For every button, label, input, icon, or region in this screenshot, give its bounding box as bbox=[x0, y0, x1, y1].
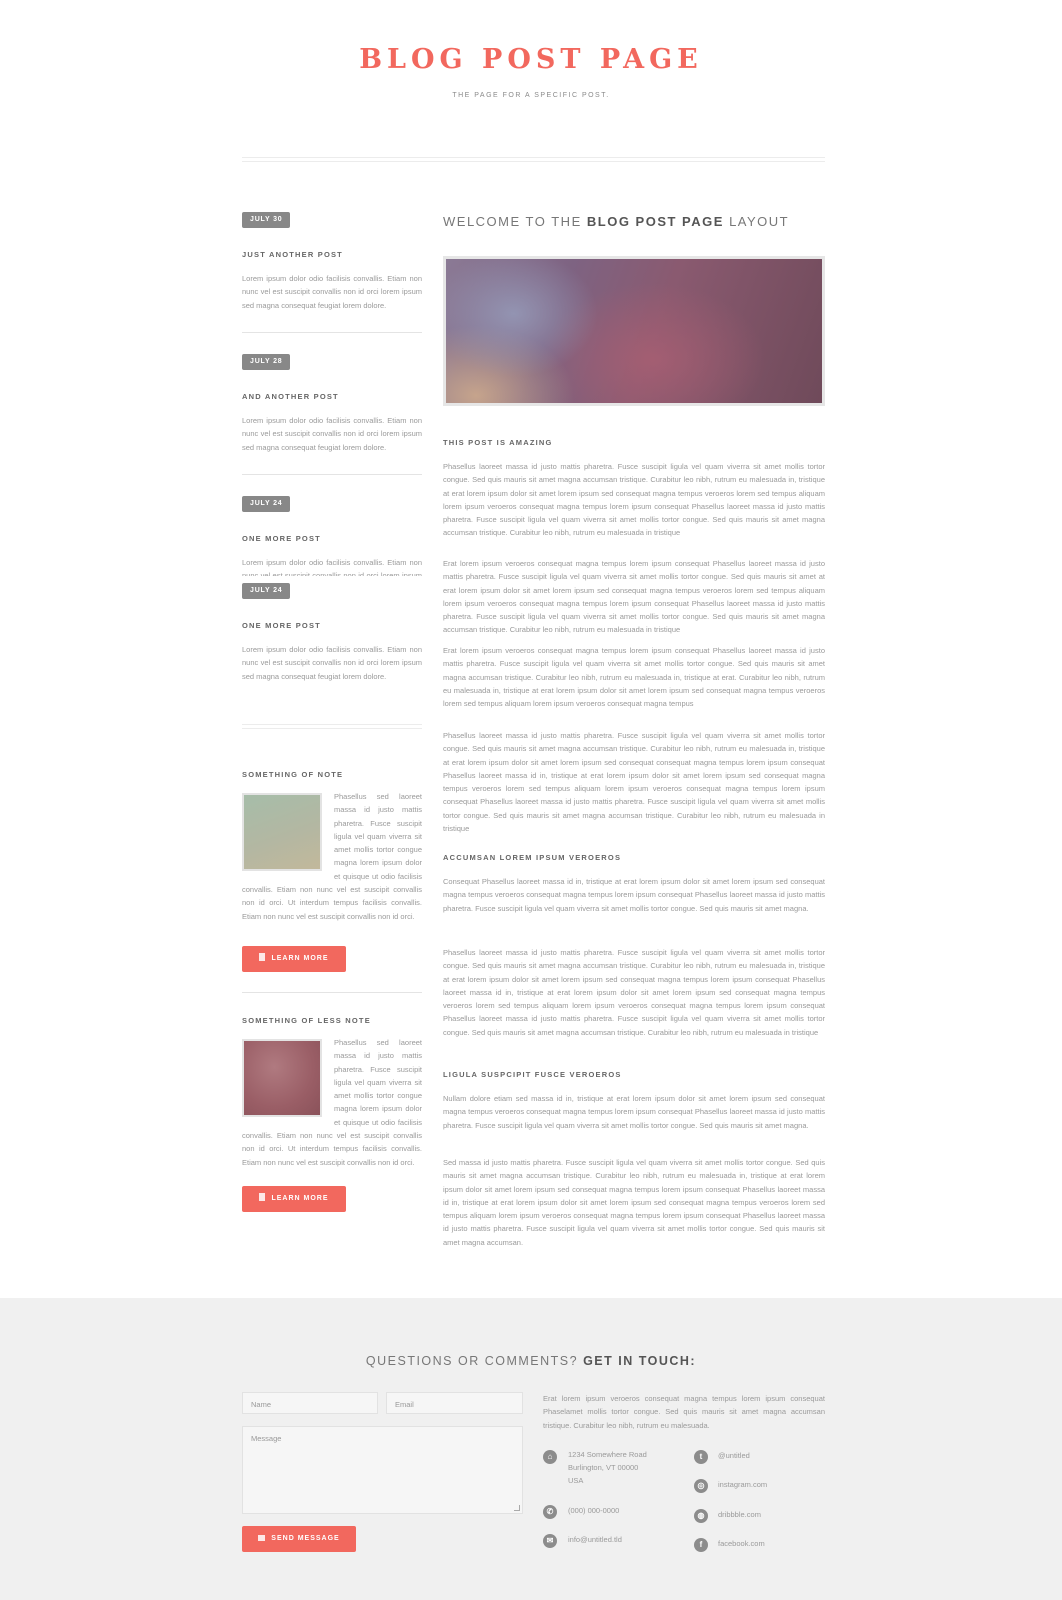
twitter-icon[interactable]: t bbox=[694, 1450, 708, 1464]
paragraph: Erat lorem ipsum veroeros consequat magn… bbox=[443, 646, 825, 709]
post-excerpt: Lorem ipsum dolor odio facilisis convall… bbox=[242, 416, 422, 452]
email-link[interactable]: info@untitled.tld bbox=[568, 1533, 622, 1546]
email-field[interactable]: Email bbox=[386, 1392, 523, 1414]
footer-heading: QUESTIONS OR COMMENTS? GET IN TOUCH: bbox=[365, 1354, 697, 1368]
contact-footer: QUESTIONS OR COMMENTS? GET IN TOUCH: Nam… bbox=[0, 1298, 1062, 1600]
mail-icon bbox=[258, 1535, 266, 1541]
document-icon bbox=[259, 1193, 266, 1201]
home-icon: ⌂ bbox=[543, 1450, 557, 1464]
document-icon bbox=[259, 953, 266, 961]
date-badge: JULY 28 bbox=[242, 354, 291, 370]
post-title[interactable]: ONE MORE POST bbox=[242, 534, 321, 543]
note-body: Phasellus sed laoreet massa id justo mat… bbox=[242, 1036, 422, 1169]
hero-image bbox=[443, 256, 825, 406]
instagram-link[interactable]: instagram.com bbox=[718, 1478, 767, 1491]
learn-more-button[interactable]: LEARN MORE bbox=[242, 1186, 346, 1212]
post-title[interactable]: ONE MORE POST bbox=[242, 621, 321, 630]
date-badge: JULY 24 bbox=[242, 583, 291, 599]
post-excerpt: Lorem ipsum dolor odio facilisis convall… bbox=[242, 274, 422, 310]
name-field[interactable]: Name bbox=[242, 1392, 378, 1414]
instagram-icon[interactable]: ◎ bbox=[694, 1479, 708, 1493]
paragraph: Phasellus laoreet massa id justo mattis … bbox=[443, 731, 825, 834]
send-message-button[interactable]: SEND MESSAGE bbox=[242, 1526, 356, 1552]
section-heading: LIGULA SUSPCIPIT FUSCE VEROEROS bbox=[443, 1070, 622, 1079]
section-heading: THIS POST IS AMAZING bbox=[443, 438, 553, 447]
facebook-link[interactable]: facebook.com bbox=[718, 1537, 765, 1550]
paragraph: Nullam dolore etiam sed massa id in, tri… bbox=[443, 1094, 825, 1130]
page-title: BLOG POST PAGE bbox=[359, 44, 703, 75]
post-excerpt: Lorem ipsum dolor odio facilisis convall… bbox=[242, 645, 422, 681]
phone-icon: ✆ bbox=[543, 1505, 557, 1519]
header-divider bbox=[242, 157, 825, 162]
post-title[interactable]: JUST ANOTHER POST bbox=[242, 250, 343, 259]
page-subtitle: THE PAGE FOR A SPECIFIC POST. bbox=[452, 92, 610, 99]
post-title[interactable]: AND ANOTHER POST bbox=[242, 392, 339, 401]
address: 1234 Somewhere Road Burlington, VT 00000… bbox=[568, 1450, 647, 1485]
dribbble-link[interactable]: dribbble.com bbox=[718, 1508, 761, 1521]
paragraph: Phasellus laoreet massa id justo mattis … bbox=[443, 462, 825, 538]
paragraph: Erat lorem ipsum veroeros consequat magn… bbox=[443, 559, 825, 635]
date-badge: JULY 30 bbox=[242, 212, 291, 228]
post-excerpt: Lorem ipsum dolor odio facilisis convall… bbox=[242, 558, 422, 576]
sidebar-double-divider bbox=[242, 724, 422, 729]
envelope-icon: ✉ bbox=[543, 1534, 557, 1548]
paragraph: Phasellus laoreet massa id justo mattis … bbox=[443, 948, 825, 1037]
learn-more-button[interactable]: LEARN MORE bbox=[242, 946, 346, 972]
facebook-icon[interactable]: f bbox=[694, 1538, 708, 1552]
message-field[interactable]: Message bbox=[242, 1426, 523, 1514]
note-thumbnail[interactable] bbox=[242, 793, 322, 871]
date-badge: JULY 24 bbox=[242, 496, 291, 512]
sidebar-divider bbox=[242, 474, 422, 475]
section-heading: ACCUMSAN LOREM IPSUM VEROEROS bbox=[443, 853, 622, 862]
note-thumbnail[interactable] bbox=[242, 1039, 322, 1117]
site-header: BLOG POST PAGE THE PAGE FOR A SPECIFIC P… bbox=[0, 0, 1062, 165]
main-heading: WELCOME TO THE BLOG POST PAGE LAYOUT bbox=[443, 214, 790, 229]
paragraph: Sed massa id justo mattis pharetra. Fusc… bbox=[443, 1158, 825, 1247]
note-body: Phasellus sed laoreet massa id justo mat… bbox=[242, 790, 422, 923]
footer-text: Erat lorem ipsum veroeros consequat magn… bbox=[543, 1394, 825, 1430]
note-heading: SOMETHING OF LESS NOTE bbox=[242, 1016, 371, 1025]
sidebar-divider bbox=[242, 332, 422, 333]
resize-handle-icon[interactable] bbox=[514, 1505, 520, 1511]
phone-number: (000) 000-0000 bbox=[568, 1506, 620, 1515]
paragraph: Consequat Phasellus laoreet massa id in,… bbox=[443, 877, 825, 913]
sidebar-post[interactable]: JULY 24 ONE MORE POST Lorem ipsum dolor … bbox=[242, 496, 422, 576]
sidebar-divider bbox=[242, 992, 422, 993]
twitter-link[interactable]: @untitled bbox=[718, 1449, 750, 1462]
dribbble-icon[interactable]: ◍ bbox=[694, 1509, 708, 1523]
note-heading: SOMETHING OF NOTE bbox=[242, 770, 344, 779]
